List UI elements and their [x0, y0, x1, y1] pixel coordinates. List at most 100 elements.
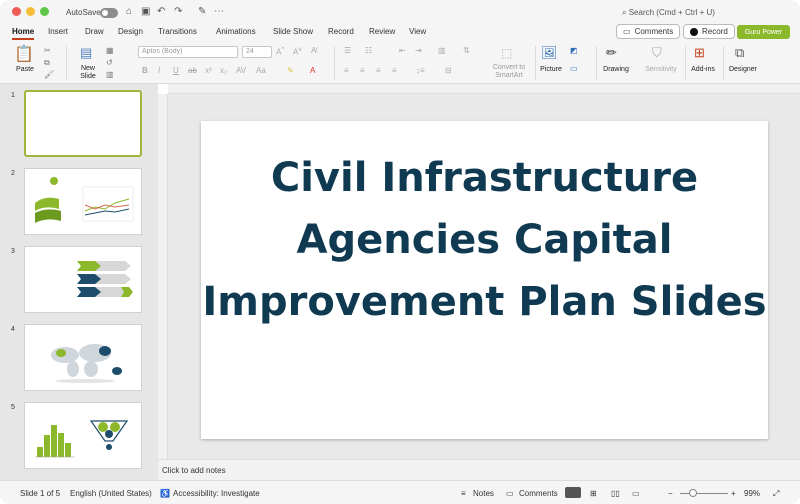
layout-icon[interactable]: ▦ — [106, 46, 114, 55]
designer-icon[interactable]: ⧉ — [735, 45, 744, 61]
change-case-icon[interactable]: Aa — [256, 66, 266, 75]
copy-icon[interactable]: ⧉ — [44, 58, 50, 68]
zoom-window-button[interactable] — [40, 7, 49, 16]
tab-slide-show[interactable]: Slide Show — [273, 27, 313, 36]
text-direction-icon[interactable]: ⇅ — [463, 46, 470, 55]
tab-transitions[interactable]: Transitions — [158, 27, 197, 36]
tab-record[interactable]: Record — [328, 27, 354, 36]
columns-icon[interactable]: ▥ — [438, 46, 446, 55]
autosave-toggle[interactable] — [100, 8, 118, 18]
tab-insert[interactable]: Insert — [48, 27, 68, 36]
line-spacing-icon[interactable]: ↕≡ — [416, 66, 425, 75]
tab-draw[interactable]: Draw — [85, 27, 104, 36]
addins-icon[interactable]: ⊞ — [694, 45, 705, 61]
justify-icon[interactable]: ≡ — [392, 66, 397, 75]
guru-power-button[interactable]: Guru Power — [737, 25, 790, 39]
superscript-icon[interactable]: x² — [205, 66, 212, 75]
italic-icon[interactable]: I — [158, 66, 160, 75]
align-left-icon[interactable]: ≡ — [344, 66, 349, 75]
align-center-icon[interactable]: ≡ — [360, 66, 365, 75]
fit-slide-icon[interactable]: ⤢ — [773, 489, 779, 499]
paste-icon[interactable]: 📋 — [14, 44, 34, 64]
record-button[interactable]: Record — [683, 24, 735, 39]
more-icon[interactable]: ⋯ — [214, 6, 224, 17]
new-slide-label: New Slide — [80, 65, 96, 80]
comments-toggle[interactable]: Comments — [519, 489, 558, 498]
decrease-font-icon[interactable]: Av — [293, 46, 302, 57]
current-slide[interactable]: Civil Infrastructure Agencies Capital Im… — [201, 121, 768, 439]
slide-sorter-icon[interactable]: ⊞ — [590, 489, 597, 498]
language-status[interactable]: English (United States) — [70, 489, 152, 498]
search-label: Search (Cmd + Ctrl + U) — [628, 8, 715, 17]
subscript-icon[interactable]: x₂ — [220, 66, 227, 75]
slide-title-textbox[interactable]: Civil Infrastructure Agencies Capital Im… — [201, 147, 768, 333]
numbering-icon[interactable]: ☷ — [365, 46, 372, 55]
char-spacing-icon[interactable]: AV — [236, 66, 246, 75]
strikethrough-icon[interactable]: ab — [188, 66, 197, 75]
picture-icon[interactable]: 🖼 — [541, 45, 558, 61]
cut-icon[interactable]: ✂ — [44, 46, 51, 55]
textbox-icon[interactable]: ▭ — [570, 64, 578, 73]
underline-icon[interactable]: U — [173, 66, 179, 75]
highlight-icon[interactable]: ✎ — [287, 66, 294, 75]
slide-number: 4 — [11, 326, 15, 333]
format-painter-icon[interactable]: ✎ — [198, 6, 206, 17]
outdent-icon[interactable]: ⇤ — [399, 46, 406, 55]
tab-review[interactable]: Review — [369, 27, 395, 36]
world-map-thumb-graphic — [51, 344, 122, 383]
reading-view-icon[interactable]: ▯▯ — [611, 489, 620, 498]
slide-thumbnail-2[interactable] — [24, 168, 142, 235]
increase-font-icon[interactable]: A^ — [276, 46, 284, 57]
tab-design[interactable]: Design — [118, 27, 143, 36]
zoom-level[interactable]: 99% — [744, 489, 760, 498]
save-icon[interactable]: ▣ — [141, 6, 150, 17]
zoom-slider-thumb[interactable] — [689, 489, 697, 497]
slide-thumbnails-pane[interactable]: 1 2 3 4 5 — [0, 84, 158, 480]
close-window-button[interactable] — [12, 7, 21, 16]
undo-icon[interactable]: ↶ — [157, 6, 165, 17]
slide-thumbnail-5[interactable] — [24, 402, 142, 469]
zoom-in-icon[interactable]: + — [731, 489, 736, 498]
reset-icon[interactable]: ↺ — [106, 58, 113, 67]
minimize-window-button[interactable] — [26, 7, 35, 16]
tab-home[interactable]: Home — [12, 27, 35, 40]
slideshow-icon[interactable]: ▭ — [632, 489, 640, 498]
normal-view-icon[interactable] — [565, 487, 581, 498]
indent-icon[interactable]: ⇥ — [415, 46, 422, 55]
sensitivity-icon[interactable]: ⛉ — [652, 45, 662, 61]
font-size-select[interactable]: 24 — [242, 46, 272, 58]
redo-icon[interactable]: ↷ — [174, 6, 182, 17]
slide-number: 3 — [11, 248, 15, 255]
comments-button-label: Comments — [634, 27, 674, 36]
slide-thumbnail-3[interactable] — [24, 246, 142, 313]
farm-chart-thumb-graphic — [35, 177, 134, 223]
drawing-icon[interactable]: ✏ — [606, 45, 617, 61]
format-brush-icon[interactable]: 🖌 — [44, 70, 54, 79]
ribbon-divider — [334, 46, 335, 80]
search-box[interactable]: ⌕ Search (Cmd + Ctrl + U) — [622, 8, 715, 18]
slide-thumbnail-1[interactable] — [24, 90, 142, 157]
section-icon[interactable]: ▥ — [106, 70, 114, 79]
comments-button[interactable]: ▭ Comments — [616, 24, 681, 39]
convert-smartart-label: Convert to SmartArt — [492, 64, 526, 79]
notes-pane[interactable]: Click to add notes — [158, 459, 800, 480]
slide-number: 2 — [11, 170, 15, 177]
home-icon[interactable]: ⌂ — [126, 6, 132, 17]
new-slide-icon[interactable]: ▤ — [80, 45, 92, 61]
font-color-icon[interactable]: A — [310, 66, 315, 75]
font-name-select[interactable]: Aptos (Body) — [138, 46, 238, 58]
zoom-slider-track[interactable] — [680, 493, 728, 494]
slide-thumbnail-4[interactable] — [24, 324, 142, 391]
clear-format-icon[interactable]: A̸ — [311, 46, 316, 55]
align-text-icon[interactable]: ⊟ — [445, 66, 452, 75]
bold-icon[interactable]: B — [142, 66, 148, 75]
bullets-icon[interactable]: ☰ — [344, 46, 351, 55]
shapes-icon[interactable]: ◩ — [570, 46, 578, 55]
accessibility-status[interactable]: Accessibility: Investigate — [173, 489, 260, 498]
zoom-out-icon[interactable]: − — [668, 489, 673, 498]
notes-toggle[interactable]: Notes — [473, 489, 494, 498]
smartart-icon[interactable]: ⬚ — [501, 46, 512, 60]
tab-animations[interactable]: Animations — [216, 27, 256, 36]
tab-view[interactable]: View — [409, 27, 426, 36]
align-right-icon[interactable]: ≡ — [376, 66, 381, 75]
